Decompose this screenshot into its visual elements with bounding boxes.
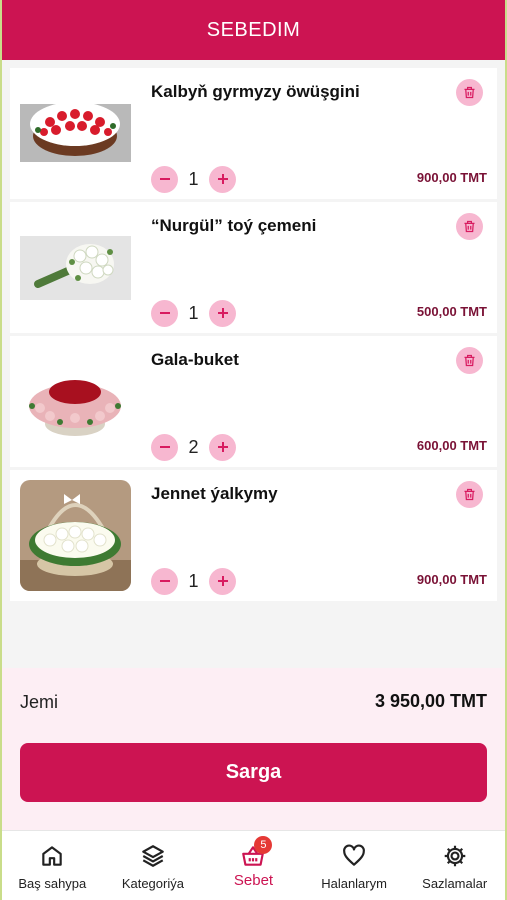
nav-item-cart[interactable]: 5 Sebet <box>203 831 304 900</box>
delete-button[interactable] <box>456 347 483 374</box>
product-image[interactable] <box>20 212 131 323</box>
gear-icon <box>444 845 465 867</box>
product-image[interactable] <box>20 346 131 457</box>
minus-icon <box>159 312 170 314</box>
increase-button[interactable] <box>209 165 236 193</box>
cart-item: Gala-buket 2 600,00 TMT <box>10 336 497 467</box>
nav-label: Kategoriýa <box>121 876 184 891</box>
increase-button[interactable] <box>209 433 236 461</box>
increase-button[interactable] <box>209 567 236 595</box>
total-label: Jemi <box>20 692 59 712</box>
delete-button[interactable] <box>456 213 483 240</box>
delete-button[interactable] <box>456 481 483 508</box>
cart-item: “Nurgül” toý çemeni 1 500,00 TMT <box>10 202 497 333</box>
item-price: 900,00 TMT <box>416 572 487 587</box>
minus-icon <box>159 178 170 180</box>
order-summary: Jemi 3 950,00 TMT Sarga <box>2 668 505 830</box>
layers-icon <box>142 845 164 867</box>
nav-item-categories[interactable]: Kategoriýa <box>103 831 204 900</box>
quantity-stepper: 1 <box>151 299 236 327</box>
product-name[interactable]: Gala-buket <box>151 350 239 370</box>
nav-item-settings[interactable]: Sazlamalar <box>404 831 505 900</box>
nav-item-home[interactable]: Baş sahypa <box>2 831 103 900</box>
trash-icon <box>464 354 475 367</box>
product-image[interactable] <box>20 480 131 591</box>
item-price: 900,00 TMT <box>416 170 487 185</box>
nav-label: Baş sahypa <box>18 876 87 891</box>
cart-item: Jennet ýalkymy 1 900,00 TMT <box>10 470 497 601</box>
trash-icon <box>464 488 475 501</box>
quantity-value: 1 <box>188 168 199 189</box>
plus-icon <box>217 442 228 452</box>
nav-label: Halanlarym <box>321 876 387 891</box>
order-button[interactable]: Sarga <box>20 743 487 802</box>
cart-badge: 5 <box>254 836 273 854</box>
trash-icon <box>464 220 475 233</box>
bottom-navigation: Baş sahypa Kategoriýa 5 Sebet Halanlarym… <box>2 830 505 900</box>
quantity-value: 2 <box>188 436 199 457</box>
item-price: 600,00 TMT <box>416 438 487 453</box>
cart-screen: SEBEDIM Kalbyň gyrmyzy öwüşgini 1 900,00… <box>2 0 505 900</box>
nav-label: Sazlamalar <box>422 876 488 891</box>
decrease-button[interactable] <box>151 165 178 193</box>
product-name[interactable]: Kalbyň gyrmyzy öwüşgini <box>151 82 360 102</box>
total-value: 3 950,00 TMT <box>374 691 487 711</box>
item-price: 500,00 TMT <box>416 304 487 319</box>
product-name[interactable]: Jennet ýalkymy <box>151 484 278 504</box>
delete-button[interactable] <box>456 79 483 106</box>
nav-item-favorites[interactable]: Halanlarym <box>304 831 405 900</box>
cart-item: Kalbyň gyrmyzy öwüşgini 1 900,00 TMT <box>10 68 497 199</box>
quantity-value: 1 <box>188 302 199 323</box>
decrease-button[interactable] <box>151 433 178 461</box>
minus-icon <box>159 580 170 582</box>
home-icon <box>42 846 63 866</box>
decrease-button[interactable] <box>151 567 178 595</box>
product-image[interactable] <box>20 78 131 189</box>
decrease-button[interactable] <box>151 299 178 327</box>
quantity-stepper: 1 <box>151 567 236 595</box>
plus-icon <box>217 308 228 318</box>
heart-icon <box>343 844 365 866</box>
quantity-value: 1 <box>188 570 199 591</box>
trash-icon <box>464 86 475 99</box>
app-header: SEBEDIM <box>2 0 505 60</box>
plus-icon <box>217 576 228 586</box>
quantity-stepper: 2 <box>151 433 236 461</box>
page-title: SEBEDIM <box>206 18 301 41</box>
quantity-stepper: 1 <box>151 165 236 193</box>
product-name[interactable]: “Nurgül” toý çemeni <box>151 216 316 236</box>
increase-button[interactable] <box>209 299 236 327</box>
nav-label: Sebet <box>233 872 274 889</box>
plus-icon <box>217 174 228 184</box>
minus-icon <box>159 446 170 448</box>
